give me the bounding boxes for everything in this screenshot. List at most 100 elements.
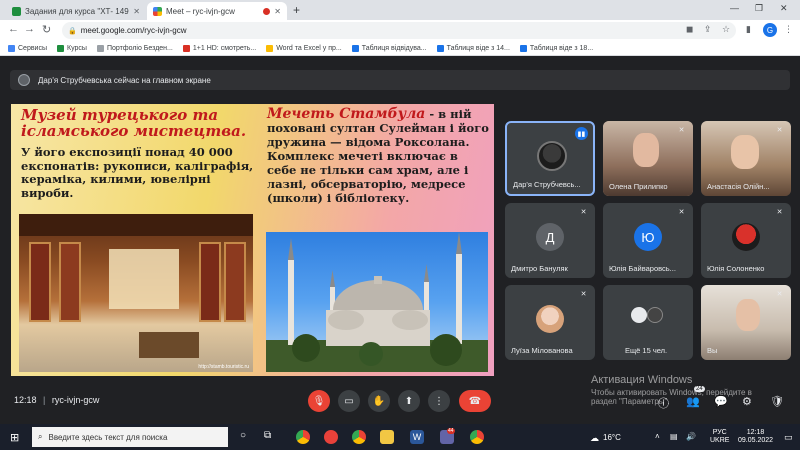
weather-temp[interactable]: 16°C bbox=[603, 433, 621, 442]
slide-right-body: - в ній поховані султан Сулейман і його … bbox=[267, 107, 489, 205]
participant-photo bbox=[732, 223, 760, 251]
clock-time: 12:18 bbox=[746, 429, 765, 436]
share-icon[interactable]: ⇪ bbox=[704, 24, 712, 35]
side-panel-icon[interactable]: ▮ bbox=[746, 24, 751, 35]
bookmark-table3[interactable]: Таблиця віде з 18... bbox=[519, 45, 594, 52]
bookmark-table2[interactable]: Таблиця віде з 14... bbox=[436, 45, 510, 52]
close-icon[interactable]: ✕ bbox=[274, 7, 281, 16]
page-icon bbox=[96, 45, 104, 52]
bookmark-label: Курсы bbox=[67, 45, 87, 52]
bookmark-word-excel[interactable]: Word та Excel у пр... bbox=[266, 45, 342, 52]
chat-icon[interactable]: 💬 bbox=[714, 395, 728, 408]
more-options-button[interactable]: ⋮ bbox=[428, 390, 450, 412]
close-window-icon[interactable]: ✕ bbox=[780, 3, 788, 14]
word-icon[interactable]: W bbox=[410, 430, 424, 444]
chrome-icon[interactable] bbox=[470, 430, 484, 444]
tab-label: Задания для курса "ХТ- 149 ФЗ... bbox=[25, 6, 129, 16]
participant-tile[interactable]: Ю ✕ Юлія Байваровсь... bbox=[603, 203, 693, 278]
reload-icon[interactable]: ↻ bbox=[42, 23, 51, 36]
camera-toggle-button[interactable]: ▭ bbox=[338, 390, 360, 412]
hang-up-icon: ☎ bbox=[468, 395, 482, 407]
bookmark-star-icon[interactable]: ☆ bbox=[722, 24, 730, 35]
participant-tile-more[interactable]: Ещё 15 чел. bbox=[603, 285, 693, 360]
participant-tile[interactable]: Д ✕ Дмитро Бануляк bbox=[505, 203, 595, 278]
tab-meet[interactable]: Meet – ryc-ivjn-gcw ✕ bbox=[147, 2, 287, 20]
doc-icon bbox=[519, 45, 527, 52]
taskbar-search-input[interactable]: ⌕ Введите здесь текст для поиска bbox=[32, 427, 228, 447]
mic-toggle-button[interactable]: 🎙 bbox=[308, 390, 330, 412]
bookmark-portfolio[interactable]: Портфоліо Безден... bbox=[96, 45, 173, 52]
bookmark-label: Таблиця віде з 14... bbox=[446, 45, 510, 52]
network-icon[interactable]: ▤ bbox=[670, 432, 678, 441]
meeting-details-icon[interactable]: ⓘ bbox=[658, 395, 669, 411]
tab-course-tasks[interactable]: Задания для курса "ХТ- 149 ФЗ... ✕ bbox=[6, 2, 146, 20]
language-layout: UKRE bbox=[710, 437, 730, 444]
doc-icon bbox=[351, 45, 359, 52]
participant-name: Олена Прилипко bbox=[609, 182, 668, 191]
browser-tab-bar: Задания для курса "ХТ- 149 ФЗ... ✕ Meet … bbox=[0, 0, 800, 20]
meeting-code: ryc-ivjn-gcw bbox=[51, 395, 100, 405]
profile-avatar[interactable]: G bbox=[763, 23, 777, 37]
participant-tile[interactable]: ✕ Луїза Міловaнова bbox=[505, 285, 595, 360]
participant-tile[interactable]: ✕ Анастасія Олійн... bbox=[701, 121, 791, 196]
participant-tile[interactable]: ▮▮ Дар'я Струбчевсь... bbox=[505, 121, 595, 196]
url-text: meet.google.com/ryc-ivjn-gcw bbox=[80, 26, 187, 35]
more-participants-label: Ещё 15 чел. bbox=[625, 346, 668, 355]
browser-toolbar: ← → ↻ 🔒 meet.google.com/ryc-ivjn-gcw ◼ ⇪… bbox=[0, 20, 800, 42]
new-tab-button[interactable]: + bbox=[293, 3, 300, 17]
slide-left-body: У його експозиції понад 40 000 експонаті… bbox=[21, 145, 254, 200]
participant-name: Дар'я Струбчевсь... bbox=[513, 180, 581, 189]
presenter-avatar bbox=[18, 74, 30, 86]
bookmark-label: Таблиця віде з 18... bbox=[529, 45, 594, 52]
restore-icon[interactable]: ❐ bbox=[755, 3, 763, 14]
apps-grid-icon bbox=[8, 45, 15, 52]
tray-chevron-icon[interactable]: ˄ bbox=[655, 432, 660, 441]
camera-status-icon[interactable]: ◼ bbox=[686, 24, 693, 35]
participant-photo bbox=[536, 305, 564, 333]
close-icon[interactable]: ✕ bbox=[133, 7, 140, 16]
mic-off-icon: ✕ bbox=[678, 127, 685, 134]
leave-call-button[interactable]: ☎ bbox=[459, 390, 491, 412]
task-view-icon[interactable]: ⧉ bbox=[264, 430, 271, 441]
bookmark-apps[interactable]: Сервисы bbox=[8, 45, 47, 52]
system-clock[interactable]: 12:18 09.05.2022 bbox=[738, 429, 773, 445]
participant-tile[interactable]: ✕ Олена Прилипко bbox=[603, 121, 693, 196]
participant-tile[interactable]: ✕ Юлія Солоненко bbox=[701, 203, 791, 278]
speaking-indicator-icon: ▮▮ bbox=[575, 127, 588, 140]
lock-icon: 🔒 bbox=[68, 27, 77, 35]
participant-tile-self[interactable]: ✕ Вы bbox=[701, 285, 791, 360]
bookmark-tv[interactable]: 1+1 HD: смотреть... bbox=[182, 45, 256, 52]
language-indicator[interactable]: РУС UKRE bbox=[710, 429, 729, 445]
minimize-icon[interactable]: — bbox=[730, 3, 739, 13]
raise-hand-button[interactable]: ✋ bbox=[368, 390, 390, 412]
forward-icon[interactable]: → bbox=[24, 23, 35, 35]
address-bar[interactable]: 🔒 meet.google.com/ryc-ivjn-gcw bbox=[62, 22, 736, 39]
cortana-icon[interactable]: ○ bbox=[240, 430, 246, 441]
menu-icon[interactable]: ⋮ bbox=[784, 24, 793, 35]
participant-photo bbox=[537, 141, 567, 171]
weather-icon[interactable]: ☁ bbox=[590, 433, 599, 444]
chrome-icon[interactable] bbox=[352, 430, 366, 444]
host-controls-icon[interactable]: 🛡 bbox=[770, 395, 784, 408]
volume-icon[interactable]: 🔊 bbox=[686, 432, 696, 441]
mic-off-icon: ✕ bbox=[678, 209, 685, 216]
bookmark-table1[interactable]: Таблиця відвідува... bbox=[351, 45, 427, 52]
file-explorer-icon[interactable] bbox=[380, 430, 394, 444]
search-placeholder: Введите здесь текст для поиска bbox=[48, 432, 168, 442]
back-icon[interactable]: ← bbox=[8, 23, 19, 35]
bookmark-courses[interactable]: Курсы bbox=[57, 45, 87, 52]
participant-avatar: Д bbox=[536, 223, 564, 251]
mic-off-icon: ✕ bbox=[776, 127, 783, 134]
mic-off-icon: ✕ bbox=[776, 291, 783, 298]
chrome-icon[interactable] bbox=[296, 430, 310, 444]
opera-icon[interactable] bbox=[324, 430, 338, 444]
windows-start-icon[interactable]: ⊞ bbox=[10, 431, 19, 444]
present-button[interactable]: ⬆ bbox=[398, 390, 420, 412]
participant-photo bbox=[647, 307, 663, 323]
action-center-icon[interactable]: ▭ bbox=[784, 432, 793, 443]
activities-icon[interactable]: ⚙ bbox=[742, 395, 752, 408]
mosque-photo bbox=[266, 232, 488, 372]
notification-badge: 44 bbox=[447, 428, 455, 434]
people-icon[interactable]: 👥 bbox=[686, 395, 700, 408]
presenter-banner: Дар'я Струбчевська сейчас на главном экр… bbox=[10, 70, 790, 90]
